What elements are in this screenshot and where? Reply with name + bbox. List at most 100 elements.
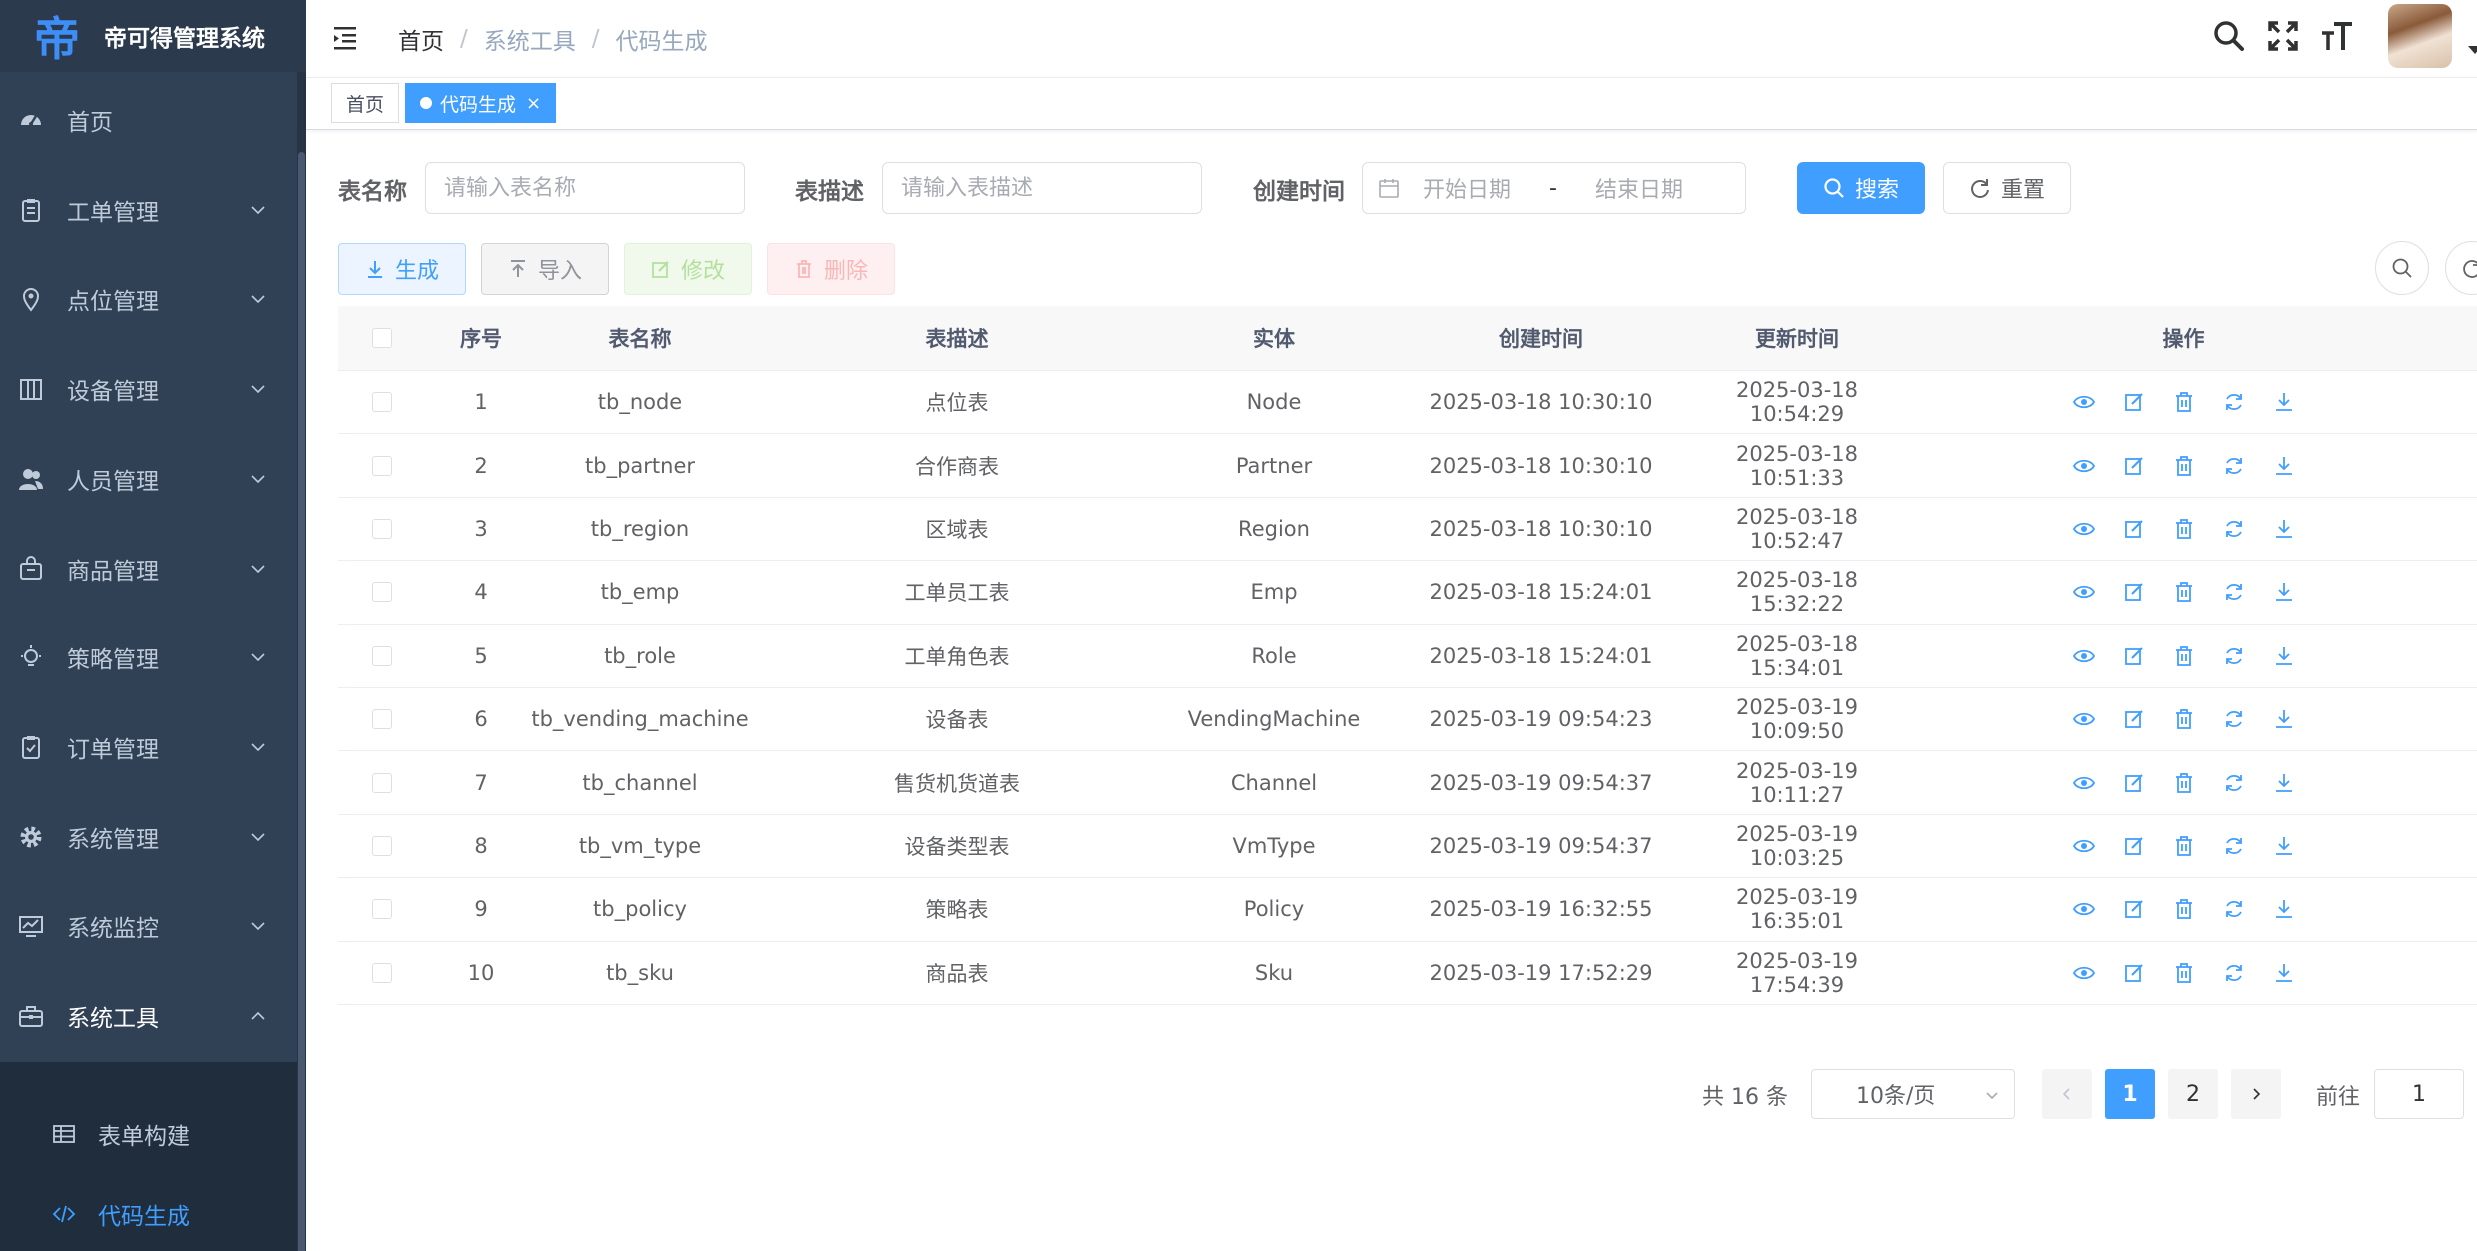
row-checkbox[interactable] <box>372 392 392 413</box>
row-checkbox[interactable] <box>372 645 392 666</box>
preview-action[interactable] <box>2059 387 2109 417</box>
edit-action[interactable] <box>2109 387 2159 417</box>
edit-action[interactable] <box>2109 894 2159 924</box>
next-page-button[interactable] <box>2231 1069 2281 1119</box>
download-action[interactable] <box>2259 768 2309 798</box>
table-row[interactable]: 2 tb_partner 合作商表 Partner 2025-03-18 10:30:1… <box>338 434 2477 498</box>
table-row[interactable]: 1 tb_node 点位表 Node 2025-03-18 10:30:10 2025-0… <box>338 371 2477 435</box>
download-action[interactable] <box>2259 831 2309 861</box>
sidebar-item[interactable]: 策略管理 <box>0 612 297 702</box>
edit-action[interactable] <box>2109 577 2159 607</box>
sidebar-item[interactable]: 首页 <box>0 75 297 165</box>
download-action[interactable] <box>2259 577 2309 607</box>
row-checkbox[interactable] <box>372 835 392 856</box>
table-row[interactable]: 8 tb_vm_type 设备类型表 VmType 2025-03-19 09:54:3… <box>338 815 2477 879</box>
preview-action[interactable] <box>2059 958 2109 988</box>
sidebar-item[interactable]: 系统工具 <box>0 971 297 1061</box>
sidebar-item[interactable]: 点位管理 <box>0 254 297 344</box>
close-icon[interactable]: × <box>526 93 541 114</box>
page-button-1[interactable]: 1 <box>2105 1069 2155 1119</box>
delete-button[interactable]: 删除 <box>767 243 895 295</box>
search-icon[interactable] <box>2212 19 2246 53</box>
import-button[interactable]: 导入 <box>481 243 609 295</box>
table-desc-input[interactable] <box>882 162 1202 214</box>
sidebar-subitem[interactable]: 代码生成 <box>0 1174 297 1251</box>
delete-action[interactable] <box>2159 894 2209 924</box>
sidebar-item[interactable]: 系统管理 <box>0 792 297 882</box>
edit-action[interactable] <box>2109 451 2159 481</box>
row-select[interactable] <box>338 455 426 476</box>
row-checkbox[interactable] <box>372 455 392 476</box>
edit-action[interactable] <box>2109 958 2159 988</box>
fullscreen-icon[interactable] <box>2266 19 2300 53</box>
preview-action[interactable] <box>2059 768 2109 798</box>
preview-action[interactable] <box>2059 704 2109 734</box>
sync-action[interactable] <box>2209 831 2259 861</box>
table-name-input[interactable] <box>425 162 745 214</box>
sidebar-item[interactable]: 设备管理 <box>0 344 297 434</box>
table-row[interactable]: 6 tb_vending_machine 设备表 VendingMachine 2025… <box>338 688 2477 752</box>
delete-action[interactable] <box>2159 577 2209 607</box>
table-row[interactable]: 7 tb_channel 售货机货道表 Channel 2025-03-19 09:54… <box>338 751 2477 815</box>
delete-action[interactable] <box>2159 704 2209 734</box>
row-select[interactable] <box>338 962 426 983</box>
select-all-checkbox[interactable] <box>372 328 392 348</box>
edit-action[interactable] <box>2109 831 2159 861</box>
delete-action[interactable] <box>2159 831 2209 861</box>
start-date-input[interactable]: 开始日期 <box>1423 172 1511 204</box>
row-select[interactable] <box>338 772 426 793</box>
row-select[interactable] <box>338 709 426 730</box>
date-range-picker[interactable]: 开始日期 - 结束日期 <box>1362 162 1746 214</box>
sidebar-item[interactable]: 商品管理 <box>0 524 297 614</box>
sidebar-scrollbar[interactable] <box>297 72 306 1251</box>
edit-action[interactable] <box>2109 768 2159 798</box>
sync-action[interactable] <box>2209 514 2259 544</box>
sidebar-item[interactable]: 工单管理 <box>0 165 297 255</box>
delete-action[interactable] <box>2159 451 2209 481</box>
row-select[interactable] <box>338 582 426 603</box>
hamburger-icon[interactable] <box>332 22 362 52</box>
download-action[interactable] <box>2259 704 2309 734</box>
sync-action[interactable] <box>2209 641 2259 671</box>
edit-button[interactable]: 修改 <box>624 243 752 295</box>
row-select[interactable] <box>338 835 426 856</box>
sidebar-item[interactable]: 人员管理 <box>0 434 297 524</box>
row-select[interactable] <box>338 899 426 920</box>
delete-action[interactable] <box>2159 958 2209 988</box>
preview-action[interactable] <box>2059 831 2109 861</box>
download-action[interactable] <box>2259 514 2309 544</box>
preview-action[interactable] <box>2059 577 2109 607</box>
edit-action[interactable] <box>2109 641 2159 671</box>
row-checkbox[interactable] <box>372 582 392 603</box>
sidebar-scrollbar-thumb[interactable] <box>298 152 305 1251</box>
tag-code-gen[interactable]: 代码生成 × <box>405 83 557 123</box>
sync-action[interactable] <box>2209 451 2259 481</box>
edit-action[interactable] <box>2109 704 2159 734</box>
preview-action[interactable] <box>2059 641 2109 671</box>
sync-action[interactable] <box>2209 958 2259 988</box>
sync-action[interactable] <box>2209 894 2259 924</box>
sync-action[interactable] <box>2209 768 2259 798</box>
row-select[interactable] <box>338 392 426 413</box>
delete-action[interactable] <box>2159 641 2209 671</box>
row-select[interactable] <box>338 645 426 666</box>
row-checkbox[interactable] <box>372 772 392 793</box>
table-row[interactable]: 4 tb_emp 工单员工表 Emp 2025-03-18 15:24:01 2025-0… <box>338 561 2477 625</box>
preview-action[interactable] <box>2059 894 2109 924</box>
end-date-input[interactable]: 结束日期 <box>1595 172 1683 204</box>
delete-action[interactable] <box>2159 514 2209 544</box>
goto-page-input[interactable] <box>2374 1069 2464 1119</box>
preview-action[interactable] <box>2059 514 2109 544</box>
sidebar-item[interactable]: 订单管理 <box>0 702 297 792</box>
download-action[interactable] <box>2259 641 2309 671</box>
download-action[interactable] <box>2259 958 2309 988</box>
user-avatar[interactable] <box>2388 4 2452 68</box>
search-button[interactable]: 搜索 <box>1797 162 1925 214</box>
sync-action[interactable] <box>2209 577 2259 607</box>
reset-button[interactable]: 重置 <box>1943 162 2071 214</box>
header-select-all[interactable] <box>338 328 426 348</box>
table-row[interactable]: 3 tb_region 区域表 Region 2025-03-18 10:30:10 20… <box>338 498 2477 562</box>
sync-action[interactable] <box>2209 704 2259 734</box>
row-checkbox[interactable] <box>372 899 392 920</box>
sidebar-item[interactable]: 系统监控 <box>0 881 297 971</box>
